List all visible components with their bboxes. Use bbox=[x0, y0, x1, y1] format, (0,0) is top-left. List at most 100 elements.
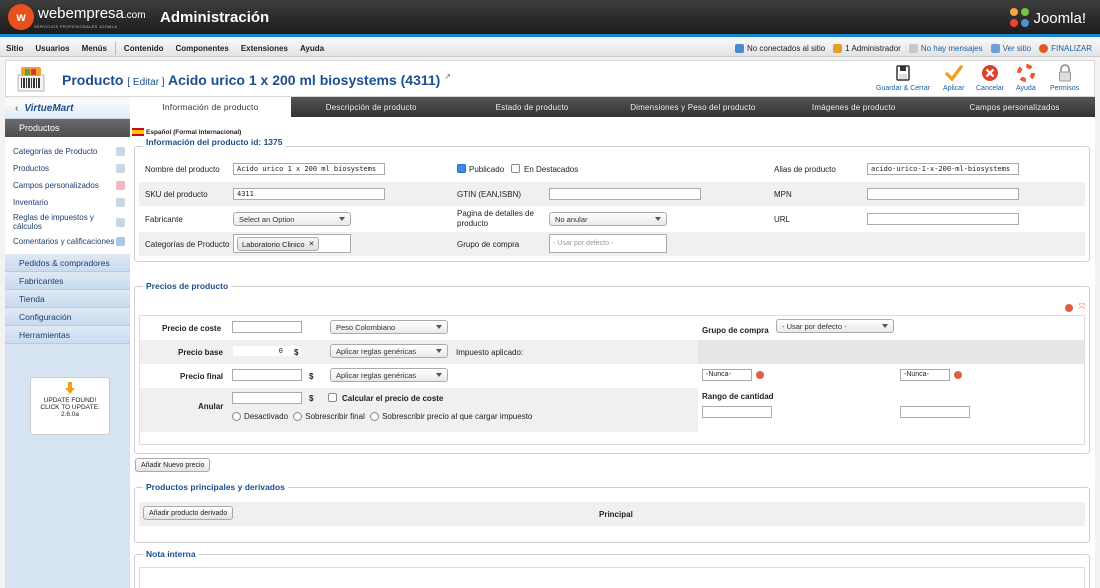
permissions-button[interactable]: Permisos bbox=[1050, 64, 1079, 92]
cancel-button[interactable]: Cancelar bbox=[976, 64, 1004, 92]
offline-users-status: No conectados al sitio bbox=[734, 43, 825, 53]
price-row-base: Precio base 0 $ Aplicar reglas genéricas… bbox=[140, 340, 1084, 364]
url-input[interactable] bbox=[867, 213, 1019, 225]
category-chip[interactable]: Laboratorio Clinico ✕ bbox=[237, 237, 320, 251]
edit-label: [ Editar ] bbox=[127, 77, 165, 88]
sidebar-item-inventory[interactable]: Inventario bbox=[5, 194, 130, 211]
update-notice[interactable]: UPDATE FOUND! CLICK TO UPDATE. 2.6.0a bbox=[30, 377, 110, 435]
menu-contenido[interactable]: Contenido bbox=[118, 44, 170, 53]
sidebar-item-reviews[interactable]: Comentarios y calificaciones bbox=[5, 233, 130, 250]
sidebar-item-categories[interactable]: Categorías de Producto bbox=[5, 143, 130, 160]
published-checkbox[interactable] bbox=[457, 164, 466, 173]
help-button[interactable]: Ayuda bbox=[1016, 64, 1036, 92]
final-price-label: Precio final bbox=[180, 372, 224, 381]
radio-overwrite-final-label: Sobrescribir final bbox=[305, 412, 365, 421]
messages-link[interactable]: No hay mensajes bbox=[908, 43, 983, 53]
logout-link[interactable]: FINALIZAR bbox=[1039, 43, 1092, 53]
published-label: Publicado bbox=[469, 165, 505, 174]
base-price-value[interactable]: 0 bbox=[232, 345, 302, 357]
purchase-group-input[interactable]: - Usar por defecto - bbox=[549, 234, 667, 253]
internal-note-textarea[interactable] bbox=[139, 567, 1085, 588]
tab-product-status[interactable]: Estado de producto bbox=[452, 97, 613, 117]
save-close-button[interactable]: Guardar & Cerrar bbox=[876, 64, 930, 92]
quantity-cell-shaded bbox=[698, 340, 1084, 364]
override-price-input[interactable] bbox=[232, 392, 302, 404]
currency-select[interactable]: Peso Colombiano bbox=[330, 320, 448, 334]
tab-product-description[interactable]: Descripción de producto bbox=[291, 97, 452, 117]
sidebar-item-manufacturers[interactable]: Fabricantes bbox=[5, 272, 130, 290]
mail-icon bbox=[908, 43, 918, 53]
final-price-input[interactable] bbox=[232, 369, 302, 381]
product-name-input[interactable]: Acido urico 1 x 200 ml biosystems bbox=[233, 163, 385, 175]
collapse-arrow-icon[interactable]: ‹ bbox=[15, 103, 18, 114]
quantity-range-label: Rango de cantidad bbox=[702, 392, 774, 401]
radio-disabled[interactable] bbox=[232, 412, 241, 422]
add-price-button[interactable]: Añadir Nuevo precio bbox=[135, 458, 211, 472]
quantity-end-input[interactable] bbox=[900, 406, 970, 418]
radio-overwrite-tax[interactable] bbox=[370, 412, 380, 422]
sidebar-item-orders[interactable]: Pedidos & compradores bbox=[5, 254, 130, 272]
menu-componentes[interactable]: Componentes bbox=[169, 44, 234, 53]
cost-price-input[interactable] bbox=[232, 321, 302, 333]
override-label: Anular bbox=[198, 402, 224, 411]
start-date-input[interactable]: -Nunca- bbox=[702, 369, 752, 381]
sku-input[interactable]: 4311 bbox=[233, 188, 385, 200]
gtin-input[interactable] bbox=[549, 188, 701, 200]
quantity-start-input[interactable] bbox=[702, 406, 772, 418]
tab-product-images[interactable]: Imágenes de producto bbox=[773, 97, 934, 117]
details-page-select[interactable]: No anular bbox=[549, 212, 667, 226]
tab-custom-fields[interactable]: Campos personalizados bbox=[934, 97, 1095, 117]
folder-icon bbox=[116, 147, 125, 156]
monitor-icon bbox=[990, 43, 1000, 53]
manufacturer-select[interactable]: Select an Option bbox=[233, 212, 351, 226]
sidebar-products-list: Categorías de Producto Productos Campos … bbox=[5, 137, 130, 254]
sidebar-item-tools[interactable]: Herramientas bbox=[5, 326, 130, 344]
menu-menus[interactable]: Menús bbox=[76, 44, 113, 53]
sidebar-item-tax-rules[interactable]: Reglas de impuestos y cálculos bbox=[5, 211, 130, 233]
sidebar-item-custom-fields[interactable]: Campos personalizados bbox=[5, 177, 130, 194]
mpn-input[interactable] bbox=[867, 188, 1019, 200]
alias-input[interactable]: acido-urico-1-x-200-ml-biosystems bbox=[867, 163, 1019, 175]
tab-product-info[interactable]: Información de producto bbox=[130, 97, 291, 117]
view-site-link[interactable]: Ver sitio bbox=[990, 43, 1031, 53]
calc-cost-checkbox[interactable] bbox=[328, 393, 337, 402]
price-group-select[interactable]: - Usar por defecto - bbox=[776, 319, 894, 333]
external-link-icon[interactable]: ↗ bbox=[444, 72, 451, 81]
remove-chip-icon[interactable]: ✕ bbox=[309, 240, 315, 248]
sidebar-item-configuration[interactable]: Configuración bbox=[5, 308, 130, 326]
inventory-icon bbox=[116, 198, 125, 207]
info-row-manufacturer: Fabricante Select an Option Pagina de de… bbox=[139, 207, 1085, 231]
price-table: Precio de coste Peso Colombiano Grupo de… bbox=[139, 315, 1085, 445]
featured-checkbox[interactable] bbox=[511, 164, 520, 173]
add-derived-product-button[interactable]: Añadir producto derivado bbox=[143, 506, 234, 520]
clear-start-date-icon[interactable] bbox=[756, 371, 764, 379]
clear-end-date-icon[interactable] bbox=[954, 371, 962, 379]
menu-sitio[interactable]: Sitio bbox=[0, 44, 29, 53]
alias-label: Alias de producto bbox=[774, 165, 836, 174]
admins-status: 1 Administrador bbox=[833, 43, 901, 53]
final-currency-symbol: $ bbox=[309, 372, 314, 381]
menu-ayuda[interactable]: Ayuda bbox=[294, 44, 330, 53]
joomla-icon bbox=[1010, 8, 1030, 28]
webempresa-logo[interactable]: w webempresa.com SERVICIOS PROFESIONALES… bbox=[8, 4, 146, 30]
base-rules-select[interactable]: Aplicar reglas genéricas bbox=[330, 344, 448, 358]
tab-dimensions-weight[interactable]: Dimensiones y Peso del producto bbox=[612, 97, 773, 117]
move-price-icon[interactable]: ⤧ bbox=[1079, 302, 1085, 312]
apply-button[interactable]: Aplicar bbox=[943, 64, 964, 92]
end-date-input[interactable]: -Nunca- bbox=[900, 369, 950, 381]
menu-extensiones[interactable]: Extensiones bbox=[235, 44, 294, 53]
sidebar-section-productos[interactable]: Productos bbox=[5, 119, 130, 137]
delete-price-icon[interactable] bbox=[1065, 304, 1073, 312]
lifebuoy-icon bbox=[1016, 64, 1035, 82]
final-rules-select[interactable]: Aplicar reglas genéricas bbox=[330, 368, 448, 382]
main-content: Información de producto Descripción de p… bbox=[130, 97, 1095, 588]
sidebar-item-shop[interactable]: Tienda bbox=[5, 290, 130, 308]
language-indicator: Español (Formal Internacional) bbox=[132, 128, 241, 136]
menu-usuarios[interactable]: Usuarios bbox=[29, 44, 75, 53]
price-row-cost: Precio de coste Peso Colombiano Grupo de… bbox=[140, 316, 1084, 340]
product-name-title: Acido urico 1 x 200 ml biosystems (4311) bbox=[167, 72, 441, 88]
chevron-down-icon bbox=[436, 349, 442, 353]
sidebar-item-products[interactable]: Productos bbox=[5, 160, 130, 177]
derived-products-legend: Productos principales y derivados bbox=[143, 482, 288, 492]
radio-overwrite-final[interactable] bbox=[293, 412, 303, 422]
